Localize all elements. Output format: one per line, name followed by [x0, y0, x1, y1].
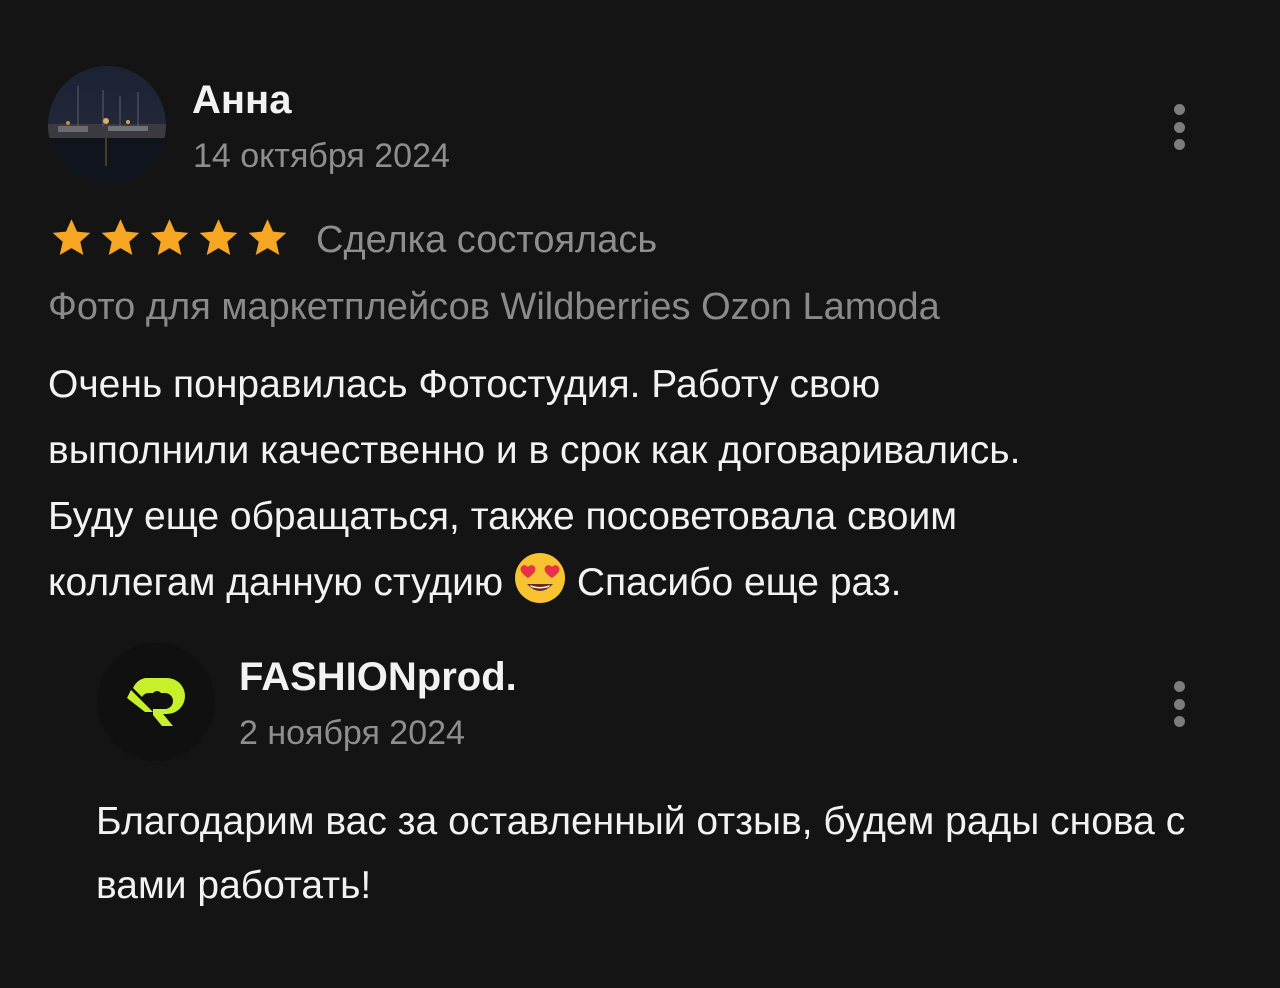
- review-text-line: Буду еще обращаться, также посоветовала …: [48, 495, 958, 538]
- more-dot-icon: [1173, 716, 1185, 727]
- harbor-night-photo-icon: [48, 66, 166, 184]
- heart-eyes-emoji-icon: [515, 553, 565, 603]
- seller-avatar[interactable]: [97, 643, 215, 761]
- review-text-line: коллегам данную студию Спасибо еще раз.: [48, 550, 1248, 616]
- star-icon: [150, 219, 189, 256]
- star-icon: [199, 219, 238, 256]
- review-card: Анна 14 октября 2024 Сделка состоялась Ф…: [0, 0, 1280, 988]
- review-text-line: выполнили качественно и в срок как догов…: [48, 429, 1021, 472]
- reply-date: 2 ноября 2024: [239, 714, 465, 752]
- review-date: 14 октября 2024: [193, 137, 450, 175]
- more-dot-icon: [1173, 681, 1185, 692]
- more-dot-icon: [1173, 139, 1185, 150]
- star-icon: [248, 219, 287, 256]
- star-icon: [101, 219, 140, 256]
- seller-name[interactable]: FASHIONprod.: [239, 653, 517, 701]
- review-text-line: Очень понравилась Фотостудия. Работу сво…: [48, 363, 881, 406]
- author-avatar[interactable]: [48, 66, 166, 184]
- deal-status: Сделка состоялась: [316, 219, 658, 261]
- review-text: Очень понравилась Фотостудия. Работу сво…: [48, 352, 1248, 616]
- fashionprod-logo-icon: [127, 678, 185, 726]
- reply-text: Благодарим вас за оставленный отзыв, буд…: [96, 800, 1186, 907]
- more-dot-icon: [1173, 121, 1185, 133]
- more-dot-icon: [1173, 698, 1185, 710]
- author-name[interactable]: Анна: [192, 76, 291, 124]
- service-name[interactable]: Фото для маркетплейсов Wildberries Ozon …: [48, 283, 940, 331]
- review-text-fragment: коллегам данную студию: [48, 561, 504, 604]
- more-dot-icon: [1173, 104, 1185, 115]
- review-text-fragment: Спасибо еще раз.: [576, 561, 902, 604]
- reply-more-options-button[interactable]: [1168, 681, 1190, 727]
- star-icon: [52, 219, 91, 256]
- review-more-options-button[interactable]: [1168, 104, 1190, 150]
- rating-stars: [50, 216, 289, 259]
